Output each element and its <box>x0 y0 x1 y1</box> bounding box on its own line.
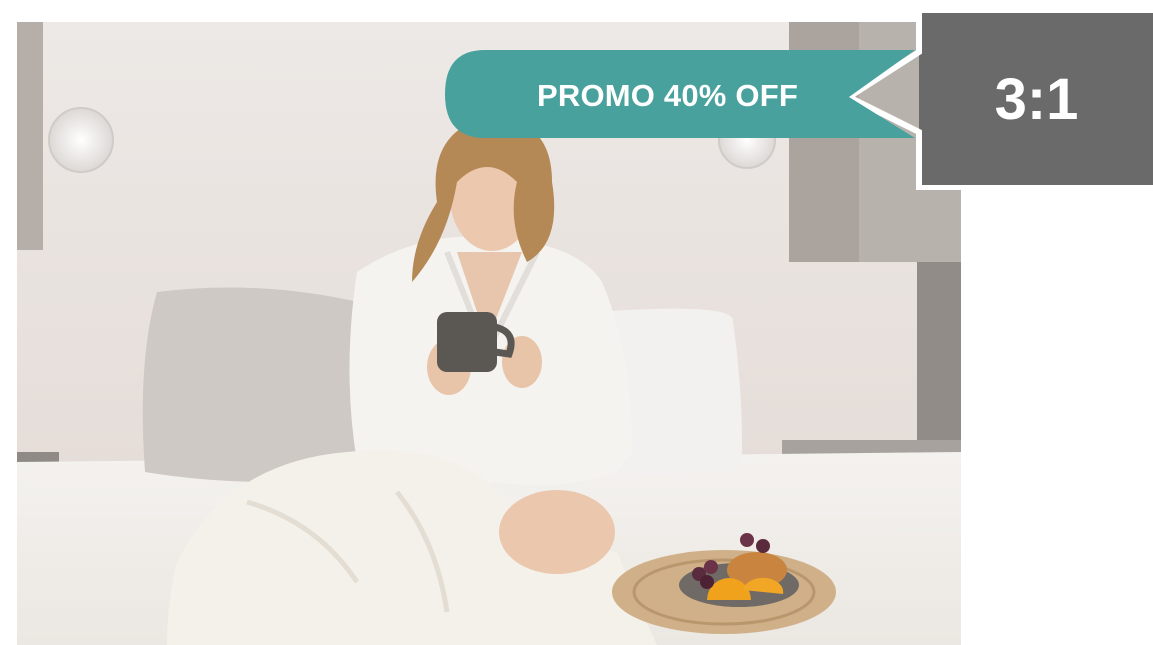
promo-label: PROMO 40% OFF <box>537 78 798 113</box>
promo-callout: PROMO 40% OFF 3:1 <box>445 12 1153 190</box>
ratio-label: 3:1 <box>994 67 1079 132</box>
